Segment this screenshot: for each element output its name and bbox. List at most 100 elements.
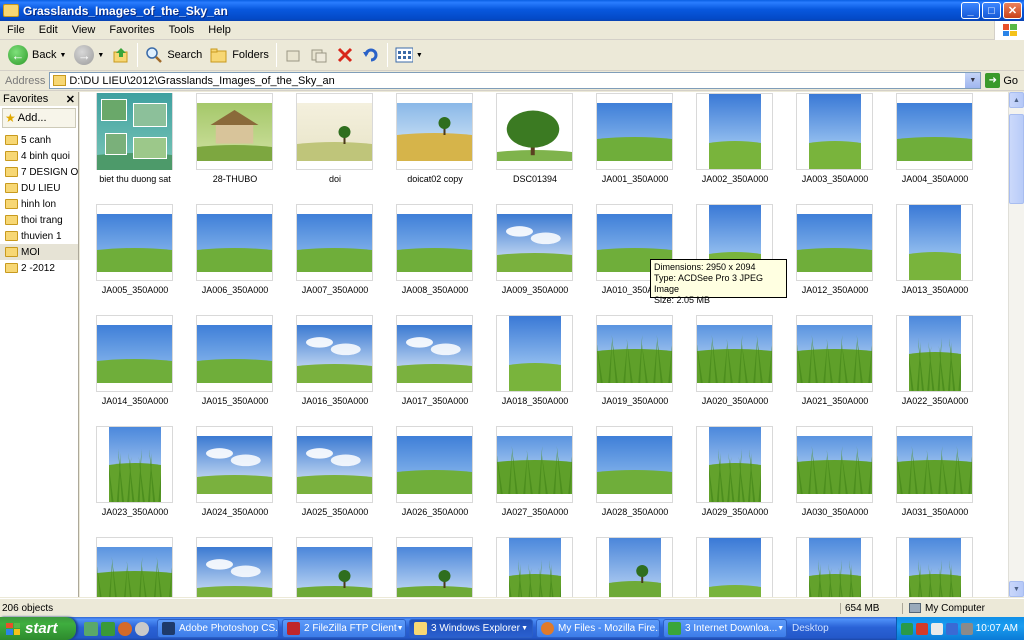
address-dropdown-icon[interactable]: ▼ <box>965 73 981 88</box>
file-thumbnail[interactable]: JA013_350A000 <box>882 204 982 309</box>
menu-help[interactable]: Help <box>201 24 238 36</box>
maximize-button[interactable]: □ <box>982 2 1001 19</box>
scroll-down-icon[interactable]: ▼ <box>1009 581 1024 597</box>
address-input[interactable]: D:\DU LIEU\2012\Grasslands_Images_of_the… <box>49 72 982 89</box>
title-bar[interactable]: Grasslands_Images_of_the_Sky_an _ □ ✕ <box>0 0 1024 21</box>
task-firefox[interactable]: My Files - Mozilla Fire... <box>536 619 660 638</box>
close-pane-icon[interactable]: ✕ <box>66 93 75 106</box>
media-icon[interactable] <box>135 621 149 636</box>
favorite-item[interactable]: 2 -2012 <box>0 260 78 276</box>
scroll-up-icon[interactable]: ▲ <box>1009 92 1024 108</box>
search-button[interactable]: Search <box>141 42 206 68</box>
firefox-icon[interactable] <box>118 621 132 636</box>
favorite-item[interactable]: hinh lon <box>0 196 78 212</box>
file-thumbnail[interactable]: JA008_350A000 <box>382 204 482 309</box>
show-desktop-icon[interactable] <box>84 621 98 636</box>
menu-tools[interactable]: Tools <box>162 24 202 36</box>
thumbnail-view[interactable]: biet thu duong sat 28-THUBO doi doicat02 co… <box>80 92 1008 597</box>
file-thumbnail[interactable]: JA027_350A000 <box>482 426 582 531</box>
tray-icon[interactable] <box>930 622 943 635</box>
up-folder-button[interactable] <box>108 42 134 68</box>
views-button[interactable]: ▼ <box>391 42 427 68</box>
forward-dropdown-icon[interactable]: ▼ <box>97 52 104 59</box>
file-thumbnail[interactable]: doicat02 copy <box>382 93 482 198</box>
minimize-button[interactable]: _ <box>961 2 980 19</box>
menu-favorites[interactable]: Favorites <box>102 24 161 36</box>
file-thumbnail[interactable]: biet thu duong sat <box>82 93 182 198</box>
tray-icon[interactable] <box>900 622 913 635</box>
file-thumbnail[interactable]: JA016_350A000 <box>282 315 382 420</box>
file-thumbnail[interactable]: JA028_350A000 <box>582 426 682 531</box>
file-thumbnail[interactable] <box>782 537 882 597</box>
task-filezilla[interactable]: 2 FileZilla FTP Client ▼ <box>282 619 406 638</box>
file-thumbnail[interactable]: JA021_350A000 <box>782 315 882 420</box>
file-thumbnail[interactable]: JA012_350A000 <box>782 204 882 309</box>
file-thumbnail[interactable]: JA020_350A000 <box>682 315 782 420</box>
delete-button[interactable] <box>332 42 358 68</box>
go-button[interactable]: ➜ Go <box>981 73 1024 88</box>
file-thumbnail[interactable] <box>582 537 682 597</box>
file-thumbnail[interactable]: JA014_350A000 <box>82 315 182 420</box>
file-thumbnail[interactable] <box>682 537 782 597</box>
file-thumbnail[interactable]: JA026_350A000 <box>382 426 482 531</box>
file-thumbnail[interactable]: JA015_350A000 <box>182 315 282 420</box>
file-thumbnail[interactable]: JA018_350A000 <box>482 315 582 420</box>
menu-edit[interactable]: Edit <box>32 24 65 36</box>
scroll-thumb[interactable] <box>1009 114 1024 204</box>
file-thumbnail[interactable] <box>882 537 982 597</box>
folders-button[interactable]: Folders <box>206 42 273 68</box>
file-thumbnail[interactable]: JA001_350A000 <box>582 93 682 198</box>
file-thumbnail[interactable] <box>282 537 382 597</box>
file-thumbnail[interactable] <box>382 537 482 597</box>
file-thumbnail[interactable]: 28-THUBO <box>182 93 282 198</box>
back-dropdown-icon[interactable]: ▼ <box>59 52 66 59</box>
file-thumbnail[interactable]: JA007_350A000 <box>282 204 382 309</box>
favorite-item[interactable]: 4 binh quoi <box>0 148 78 164</box>
start-button[interactable]: start <box>0 617 76 640</box>
copy-to-button[interactable] <box>306 42 332 68</box>
add-favorite-button[interactable]: ★ Add... <box>2 108 76 128</box>
file-thumbnail[interactable] <box>182 537 282 597</box>
favorite-item[interactable]: MOI <box>0 244 78 260</box>
menu-file[interactable]: File <box>0 24 32 36</box>
file-thumbnail[interactable] <box>82 537 182 597</box>
volume-icon[interactable] <box>960 622 973 635</box>
file-thumbnail[interactable]: JA025_350A000 <box>282 426 382 531</box>
file-thumbnail[interactable]: JA029_350A000 <box>682 426 782 531</box>
file-thumbnail[interactable] <box>482 537 582 597</box>
quick-launch-icon[interactable] <box>101 621 115 636</box>
favorite-item[interactable]: 7 DESIGN OK <box>0 164 78 180</box>
file-thumbnail[interactable]: DSC01394 <box>482 93 582 198</box>
move-to-button[interactable] <box>280 42 306 68</box>
views-dropdown-icon[interactable]: ▼ <box>416 52 423 59</box>
favorite-item[interactable]: thoi trang <box>0 212 78 228</box>
file-thumbnail[interactable]: doi <box>282 93 382 198</box>
file-thumbnail[interactable]: JA006_350A000 <box>182 204 282 309</box>
undo-button[interactable] <box>358 42 384 68</box>
file-thumbnail[interactable]: JA024_350A000 <box>182 426 282 531</box>
favorite-item[interactable]: 5 canh <box>0 132 78 148</box>
task-windows-explorer[interactable]: 3 Windows Explorer ▼ <box>409 619 533 638</box>
file-thumbnail[interactable]: JA009_350A000 <box>482 204 582 309</box>
file-thumbnail[interactable]: JA023_350A000 <box>82 426 182 531</box>
file-thumbnail[interactable]: JA002_350A000 <box>682 93 782 198</box>
file-thumbnail[interactable]: JA022_350A000 <box>882 315 982 420</box>
menu-view[interactable]: View <box>65 24 103 36</box>
file-thumbnail[interactable]: JA031_350A000 <box>882 426 982 531</box>
tray-icon[interactable] <box>915 622 928 635</box>
favorite-item[interactable]: thuvien 1 <box>0 228 78 244</box>
task-photoshop[interactable]: Adobe Photoshop CS... <box>157 619 279 638</box>
file-thumbnail[interactable]: JA003_350A000 <box>782 93 882 198</box>
back-button[interactable]: ← Back ▼ <box>4 42 70 68</box>
desktop-toolbar[interactable]: Desktop <box>792 623 829 634</box>
favorite-item[interactable]: DU LIEU <box>0 180 78 196</box>
forward-button[interactable]: → ▼ <box>70 42 108 68</box>
vertical-scrollbar[interactable]: ▲ ▼ <box>1008 92 1024 597</box>
file-thumbnail[interactable]: JA030_350A000 <box>782 426 882 531</box>
close-button[interactable]: ✕ <box>1003 2 1022 19</box>
tray-icon[interactable] <box>945 622 958 635</box>
file-thumbnail[interactable]: JA004_350A000 <box>882 93 982 198</box>
task-internet-download[interactable]: 3 Internet Downloa... ▼ <box>663 619 787 638</box>
file-thumbnail[interactable]: JA005_350A000 <box>82 204 182 309</box>
file-thumbnail[interactable]: JA019_350A000 <box>582 315 682 420</box>
